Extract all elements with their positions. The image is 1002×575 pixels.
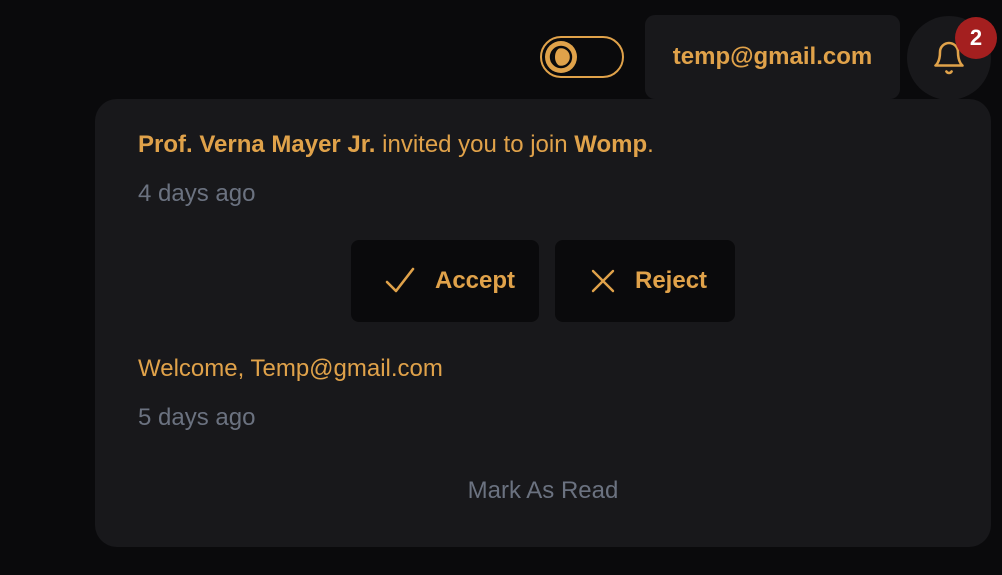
reject-label: Reject [635, 267, 708, 294]
user-email-label: temp@gmail.com [672, 43, 873, 70]
notifications-panel: Prof. Verna Mayer Jr. invited you to joi… [95, 99, 991, 547]
accept-button[interactable]: Accept [351, 240, 539, 322]
notification-count: 2 [969, 25, 983, 50]
accept-label: Accept [435, 267, 516, 294]
notification-welcome-time: 5 days ago [138, 404, 256, 431]
user-email-button[interactable]: temp@gmail.com [645, 15, 900, 99]
theme-toggle[interactable] [540, 36, 624, 78]
invite-target: Womp [574, 131, 648, 158]
close-icon [591, 269, 615, 293]
invite-sender: Prof. Verna Mayer Jr. [138, 131, 376, 158]
notification-invite-time: 4 days ago [138, 180, 256, 207]
check-icon [385, 267, 415, 293]
notification-invite-text: Prof. Verna Mayer Jr. invited you to joi… [138, 131, 654, 159]
notification-count-badge: 2 [955, 17, 997, 59]
invite-text: invited you to join [375, 131, 575, 158]
notification-welcome-text: Welcome, Temp@gmail.com [138, 355, 443, 382]
mark-as-read-button[interactable]: Mark As Read [95, 477, 991, 505]
invite-suffix: . [647, 131, 654, 158]
toggle-knob [545, 41, 577, 73]
moon-icon [549, 45, 573, 69]
reject-button[interactable]: Reject [555, 240, 735, 322]
page: temp@gmail.com 2 Prof. Verna Mayer Jr. i… [0, 0, 1002, 575]
